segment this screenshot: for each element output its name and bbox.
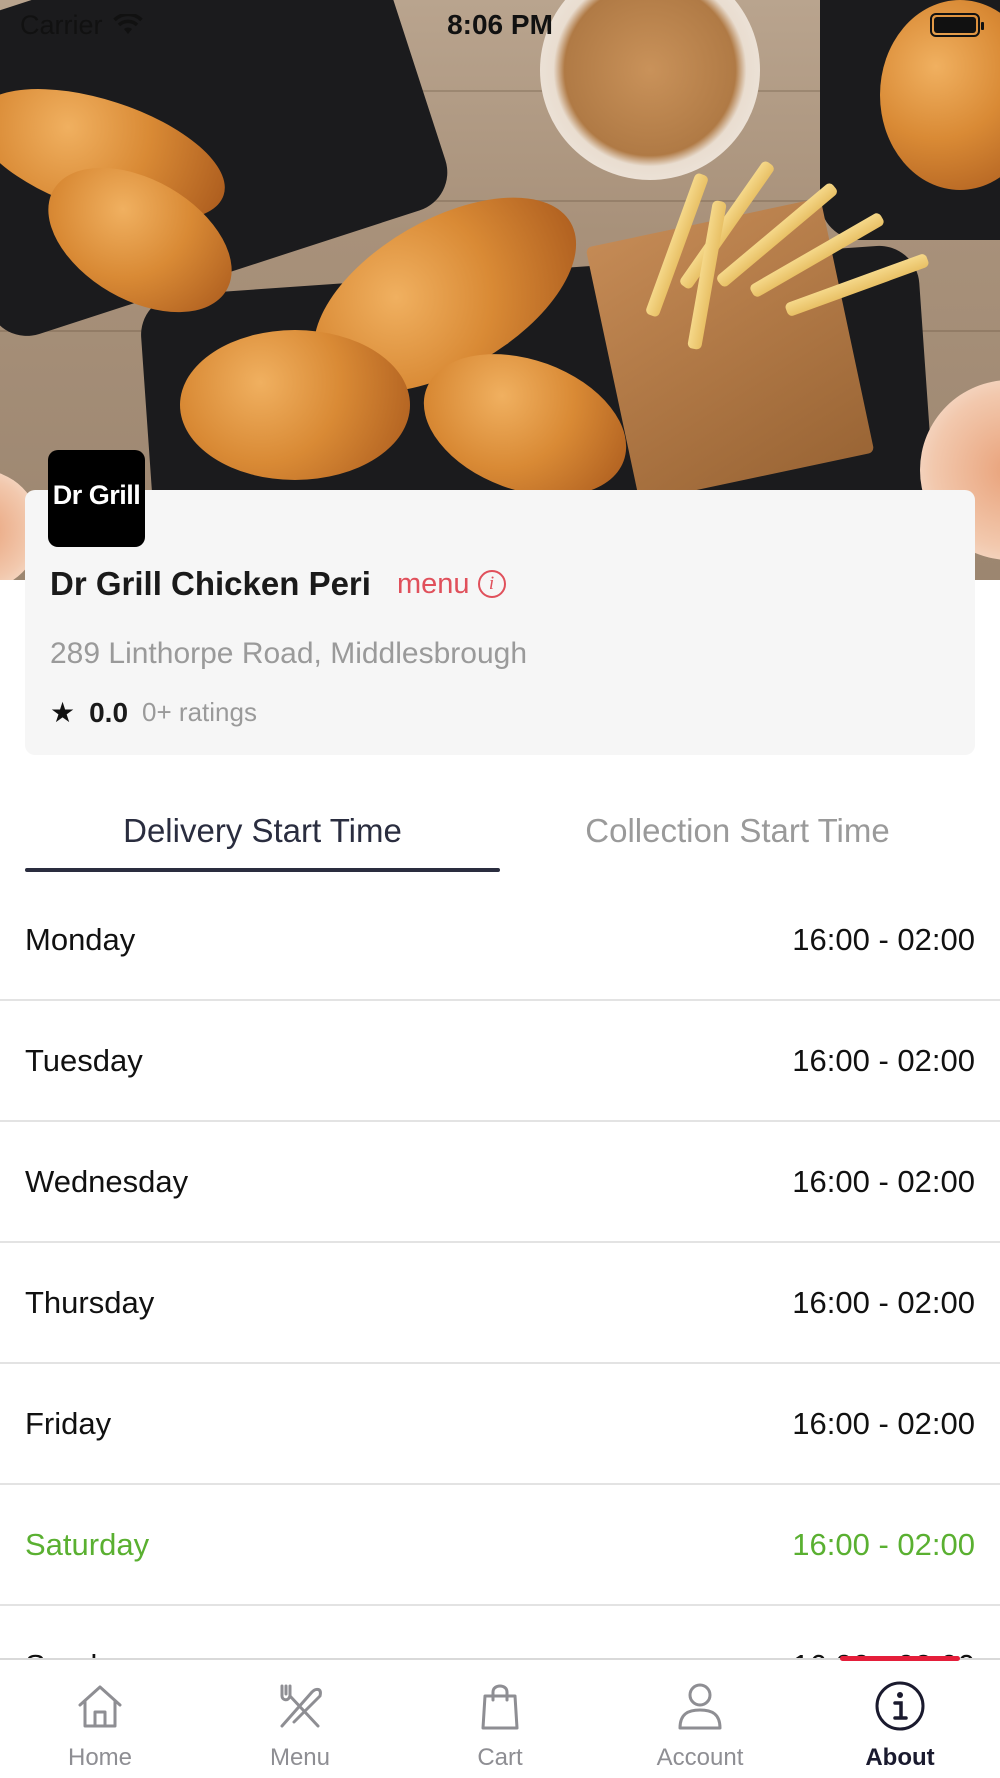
- restaurant-logo: Dr Grill: [48, 450, 145, 547]
- nav-home-label: Home: [67, 1744, 133, 1771]
- hours-value: 16:00 - 02:00: [792, 1163, 975, 1199]
- day-label: Friday: [25, 1405, 112, 1441]
- tab-delivery-start-time[interactable]: Delivery Start Time: [25, 800, 500, 872]
- nav-menu[interactable]: Menu: [200, 1660, 400, 1778]
- nav-account-label: Account: [656, 1744, 744, 1771]
- day-label: Tuesday: [25, 1042, 143, 1078]
- menu-link-label: menu: [396, 567, 470, 600]
- nav-about-label: About: [865, 1744, 935, 1771]
- day-label: Monday: [25, 921, 136, 957]
- schedule-row-friday: Friday 16:00 - 02:00: [0, 1364, 1000, 1485]
- status-bar: Carrier 8:06 PM: [0, 0, 1000, 50]
- star-icon: ★: [50, 697, 76, 728]
- day-label: Wednesday: [25, 1163, 189, 1199]
- rating-row: ★ 0.0 0+ ratings: [50, 696, 257, 729]
- nav-cart-label: Cart: [477, 1744, 523, 1771]
- schedule-row-saturday: Saturday 16:00 - 02:00: [0, 1485, 1000, 1606]
- day-label: Thursday: [25, 1284, 155, 1320]
- schedule-row-wednesday: Wednesday 16:00 - 02:00: [0, 1122, 1000, 1243]
- rating-count: 0+ ratings: [142, 697, 257, 727]
- menu-info-link[interactable]: menu i: [397, 568, 506, 601]
- wifi-icon: [112, 14, 143, 34]
- restaurant-address: 289 Linthorpe Road, Middlesbrough: [50, 637, 527, 670]
- nav-cart[interactable]: Cart: [400, 1660, 600, 1778]
- nav-account[interactable]: Account: [600, 1660, 800, 1778]
- user-icon: [678, 1683, 722, 1730]
- hours-value: 16:00 - 02:00: [792, 1405, 975, 1441]
- rating-value: 0.0: [89, 696, 129, 728]
- day-label: Saturday: [25, 1526, 150, 1562]
- nav-home[interactable]: Home: [0, 1660, 200, 1778]
- shopping-bag-icon: [481, 1684, 519, 1730]
- info-icon: i: [477, 570, 506, 598]
- schedule-tabs: Delivery Start Time Collection Start Tim…: [25, 800, 975, 872]
- tab-collection-start-time[interactable]: Collection Start Time: [500, 800, 975, 872]
- schedule-row-thursday: Thursday 16:00 - 02:00: [0, 1243, 1000, 1364]
- hours-value: 16:00 - 02:00: [792, 1042, 975, 1078]
- bottom-tab-bar: Home Menu Cart Account About: [0, 1656, 1000, 1778]
- nav-menu-label: Menu: [269, 1744, 331, 1771]
- hours-value: 16:00 - 02:00: [792, 1526, 975, 1562]
- battery-icon: [930, 13, 984, 37]
- active-tab-indicator: [840, 1656, 960, 1661]
- schedule-row-tuesday: Tuesday 16:00 - 02:00: [0, 1001, 1000, 1122]
- hours-value: 16:00 - 02:00: [792, 921, 975, 957]
- opening-hours-list: Monday 16:00 - 02:00 Tuesday 16:00 - 02:…: [0, 880, 1000, 1727]
- home-icon: [78, 1685, 122, 1728]
- fork-knife-icon: [280, 1684, 322, 1728]
- nav-about[interactable]: About: [800, 1660, 1000, 1778]
- hours-value: 16:00 - 02:00: [792, 1284, 975, 1320]
- schedule-row-monday: Monday 16:00 - 02:00: [0, 880, 1000, 1001]
- restaurant-name: Dr Grill Chicken Peri: [50, 565, 371, 602]
- info-icon: [875, 1681, 925, 1731]
- status-time: 8:06 PM: [447, 9, 553, 40]
- carrier-label: Carrier: [20, 9, 103, 40]
